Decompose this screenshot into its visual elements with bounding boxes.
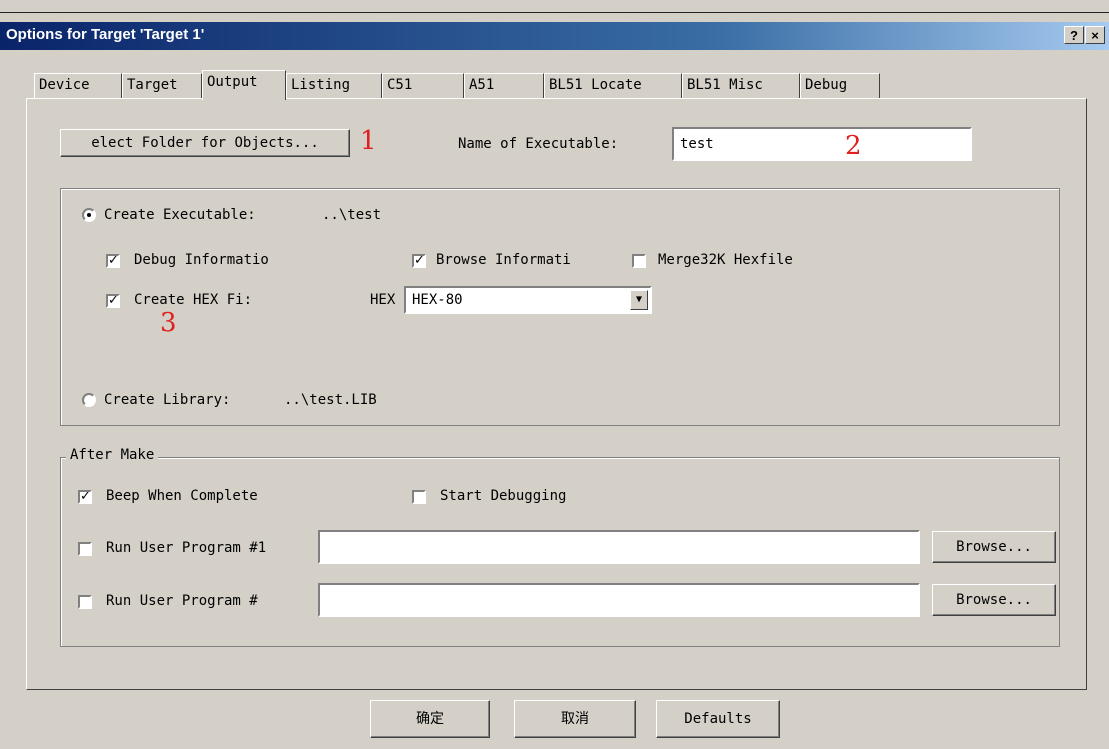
debug-info-checkbox[interactable]: ✓	[106, 254, 120, 268]
window-title: Options for Target 'Target 1'	[6, 26, 205, 43]
after-make-legend: After Make	[66, 447, 159, 463]
select-folder-label: elect Folder for Objects...	[91, 135, 319, 151]
create-executable-path: ..\test	[322, 207, 382, 223]
ok-button[interactable]: 确定	[370, 700, 490, 738]
tab-bl51-locate[interactable]: BL51 Locate	[544, 73, 682, 98]
help-button[interactable]: ?	[1064, 26, 1084, 44]
start-debugging-checkbox[interactable]	[412, 490, 426, 504]
browse-button-1-label: Browse...	[956, 539, 1032, 555]
cancel-button[interactable]: 取消	[514, 700, 636, 738]
beep-label: Beep When Complete	[106, 488, 258, 504]
defaults-button[interactable]: Defaults	[656, 700, 780, 738]
name-of-executable-label: Name of Executable:	[458, 136, 619, 152]
hex-format-select[interactable]: HEX-80 ▼	[404, 286, 652, 314]
create-hex-label: Create HEX Fi:	[134, 292, 253, 308]
create-executable-radio[interactable]	[82, 208, 96, 222]
annotation-3: 3	[160, 308, 177, 338]
create-library-label: Create Library:	[104, 392, 231, 408]
start-debugging-label: Start Debugging	[440, 488, 567, 504]
run-user-program-1-label: Run User Program #1	[106, 540, 267, 556]
tab-debug[interactable]: Debug	[800, 73, 880, 98]
select-folder-button[interactable]: elect Folder for Objects...	[60, 129, 350, 157]
tab-output[interactable]: Output	[202, 70, 286, 100]
merge-hexfile-checkbox[interactable]	[632, 254, 646, 268]
tab-listing[interactable]: Listing	[286, 73, 382, 98]
tab-a51[interactable]: A51	[464, 73, 544, 98]
options-dialog: Options for Target 'Target 1' ? × Device…	[0, 0, 1109, 749]
browse-button-2[interactable]: Browse...	[932, 584, 1056, 616]
run-user-program-2-label: Run User Program #	[106, 593, 258, 609]
defaults-button-label: Defaults	[684, 711, 752, 727]
hex-format-value: HEX-80	[412, 292, 463, 308]
create-hex-checkbox[interactable]: ✓	[106, 294, 120, 308]
executable-name-value: test	[680, 136, 714, 152]
browse-button-1[interactable]: Browse...	[932, 531, 1056, 563]
chevron-down-icon[interactable]: ▼	[630, 290, 648, 310]
create-library-path: ..\test.LIB	[284, 392, 377, 408]
merge-hexfile-label: Merge32K Hexfile	[658, 252, 793, 268]
executable-name-input[interactable]: test	[672, 127, 972, 161]
cancel-button-label: 取消	[561, 711, 589, 727]
tab-bl51-misc[interactable]: BL51 Misc	[682, 73, 800, 98]
browse-info-label: Browse Informati	[436, 252, 571, 268]
annotation-2: 2	[845, 131, 862, 161]
browse-info-checkbox[interactable]: ✓	[412, 254, 426, 268]
debug-info-label: Debug Informatio	[134, 252, 269, 268]
hex-format-label: HEX	[370, 292, 396, 308]
run-user-program-1-checkbox[interactable]	[78, 542, 92, 556]
create-library-radio[interactable]	[82, 393, 96, 407]
ok-button-label: 确定	[416, 711, 444, 727]
annotation-1: 1	[360, 126, 377, 156]
run-user-program-2-checkbox[interactable]	[78, 595, 92, 609]
create-executable-label: Create Executable:	[104, 207, 256, 223]
tab-target[interactable]: Target	[122, 73, 202, 98]
top-divider	[0, 12, 1109, 13]
tab-device[interactable]: Device	[34, 73, 122, 98]
browse-button-2-label: Browse...	[956, 592, 1032, 608]
close-button[interactable]: ×	[1085, 26, 1105, 44]
run-user-program-2-input[interactable]	[318, 583, 920, 617]
beep-checkbox[interactable]: ✓	[78, 490, 92, 504]
run-user-program-1-input[interactable]	[318, 530, 920, 564]
title-bar[interactable]: Options for Target 'Target 1' ? ×	[0, 22, 1109, 50]
tab-c51[interactable]: C51	[382, 73, 464, 98]
